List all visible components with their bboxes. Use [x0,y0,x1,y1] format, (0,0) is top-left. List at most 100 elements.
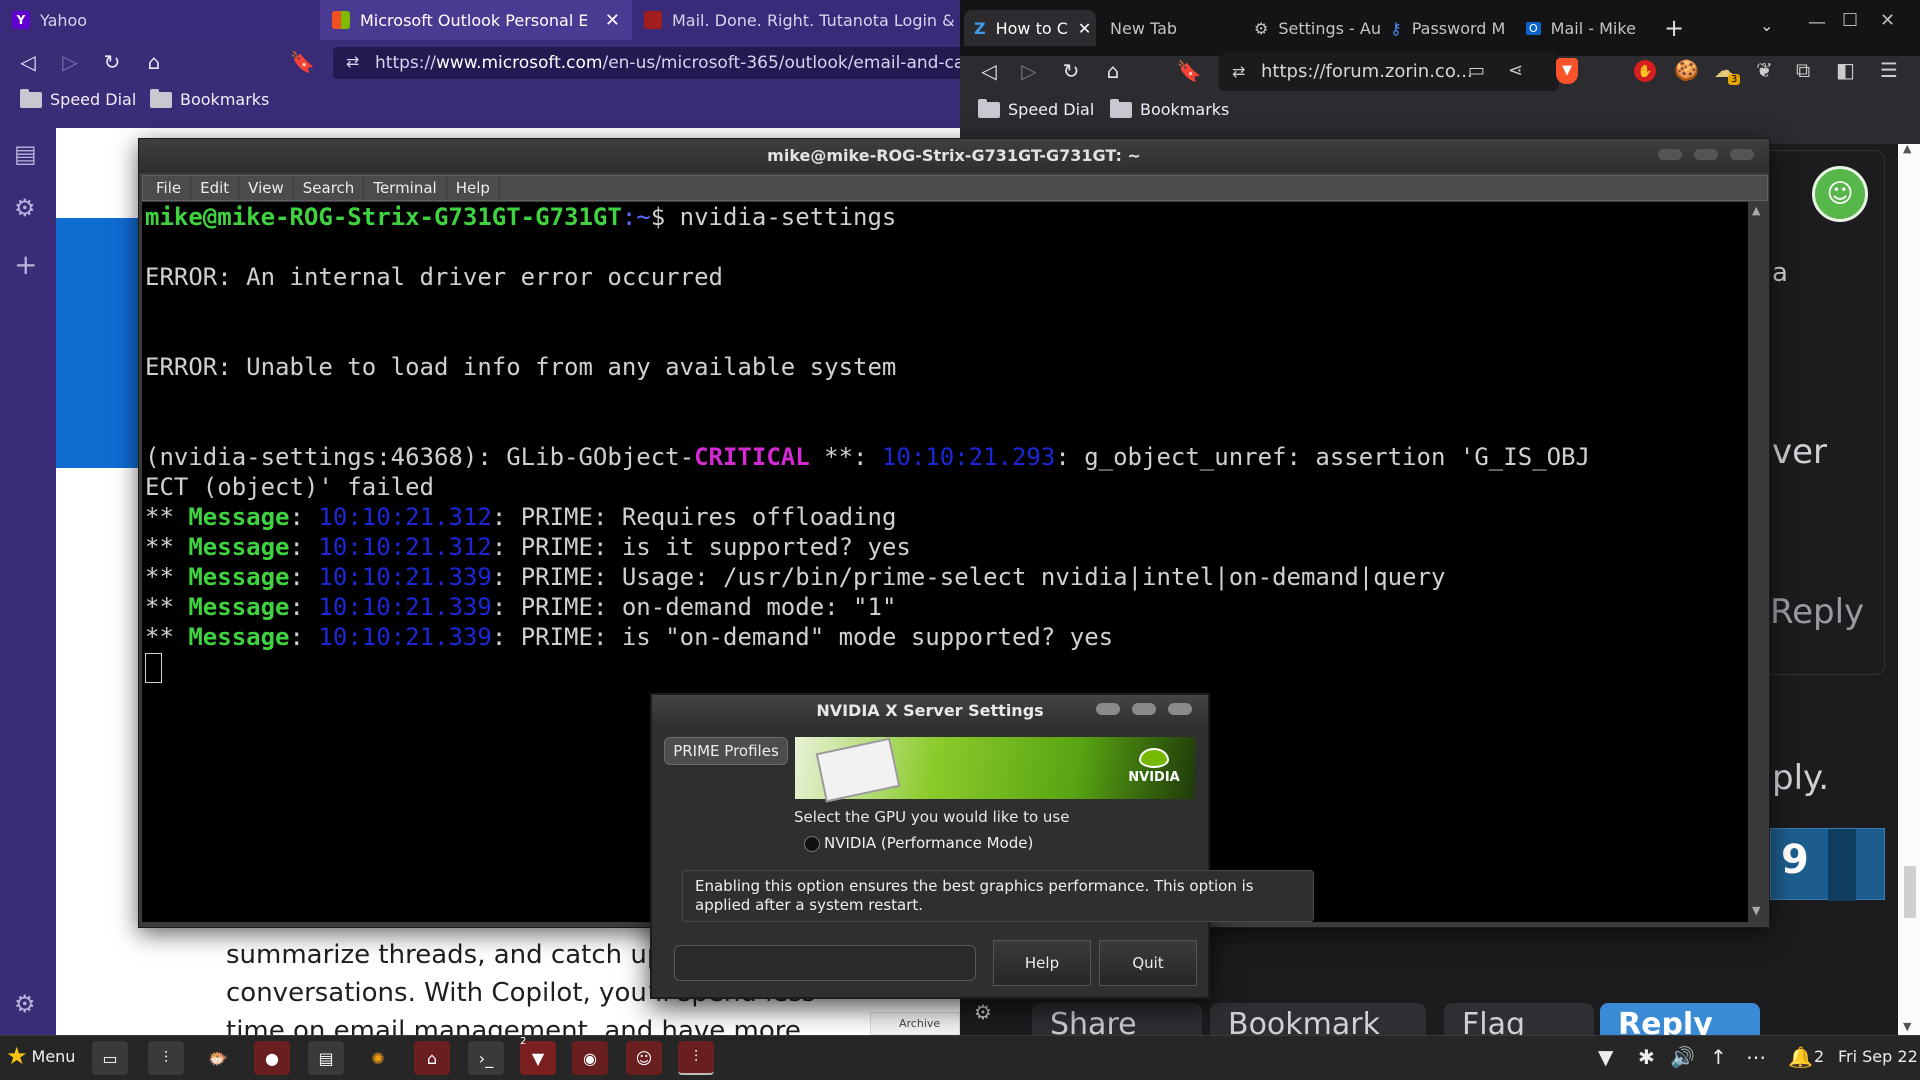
maximize-button[interactable] [1132,703,1156,715]
nvidia-radio[interactable] [804,836,820,852]
avatar[interactable]: ☺ [1812,166,1868,222]
share-icon[interactable]: ⋖ [1508,60,1523,81]
taskbar-app-steam[interactable]: ◉ [572,1041,608,1075]
reload-icon[interactable]: ↻ [100,50,124,74]
add-panel-icon[interactable]: + [14,248,37,281]
scroll-up-icon[interactable]: ▲ [1752,204,1760,217]
bookmark-bookmarks[interactable]: Bookmarks [150,88,269,109]
tab-zorin-forum[interactable]: Z How to C ✕ [964,10,1096,46]
sidebar-item-prime-profiles[interactable]: PRIME Profiles [664,737,788,765]
taskbar-app-nvidia-settings[interactable]: ⫶ [678,1041,714,1075]
close-icon[interactable]: ✕ [1078,19,1091,38]
site-info-icon[interactable]: ⇄ [1232,62,1245,81]
close-button[interactable] [1168,703,1192,715]
close-window-icon[interactable]: ✕ [1880,10,1895,31]
cookie-icon[interactable]: 🍪 [1674,58,1699,82]
bookmark-speed-dial[interactable]: Speed Dial [20,88,137,109]
taskbar-app-record[interactable]: ● [254,1041,290,1075]
minimize-icon[interactable]: — [1808,12,1826,33]
menu-edit[interactable]: Edit [191,176,240,200]
hamburger-menu-icon[interactable]: ☰ [1880,58,1898,82]
cast-icon[interactable]: ▭ [1468,60,1485,81]
clock[interactable]: Fri Sep 22 [1838,1047,1918,1066]
overflow-icon[interactable]: ⋯ [1746,1045,1766,1069]
tab-settings[interactable]: ⚙ Settings - Au [1244,10,1384,46]
menu-file[interactable]: File [147,176,192,200]
home-icon[interactable]: ⌂ [142,50,166,74]
tab-new-tab[interactable]: New Tab [1100,10,1230,46]
gear-icon[interactable]: ⚙ [974,1000,992,1024]
bookmark-icon[interactable]: 🔖 [1176,59,1202,83]
close-button[interactable] [1730,149,1754,160]
taskbar-app-display[interactable]: ▭ [92,1041,128,1075]
site-info-icon[interactable]: ⇄ [346,52,359,71]
folder-icon [978,98,1000,118]
address-bar[interactable]: https://www.microsoft.com/en-us/microsof… [333,47,963,79]
puzzle-icon[interactable]: ⧉ [1796,58,1810,82]
menu-terminal[interactable]: Terminal [364,176,447,200]
tab-outlook-mail[interactable]: O Mail - Mike [1516,10,1656,46]
desktop: Y Yahoo Microsoft Outlook Personal Email… [0,0,1920,1080]
upload-icon[interactable]: ↑ [1710,1045,1727,1069]
minimize-button[interactable] [1096,703,1120,715]
archive-button[interactable]: Archive [870,1012,960,1035]
bookmark-bookmarks[interactable]: Bookmarks [1110,98,1229,119]
nvidia-option-label[interactable]: NVIDIA (Performance Mode) [824,834,1033,852]
taskbar-app-home[interactable]: ⌂ [414,1041,450,1075]
settings-icon[interactable]: ⚙ [14,990,36,1018]
menu-search[interactable]: Search [294,176,365,200]
taskbar-app-editor[interactable]: ▤ [308,1041,344,1075]
taskbar-app-terminal[interactable]: ›_ [468,1041,504,1075]
menu-view[interactable]: View [239,176,294,200]
forward-icon[interactable]: ▷ [58,50,82,74]
taskbar-app-fish[interactable]: 🐡 [200,1041,236,1075]
bookmark-label: Speed Dial [50,90,137,109]
gear-icon: ⚙ [1254,18,1269,38]
adblock-icon[interactable]: ✋ [1634,60,1656,82]
tab-password-manager[interactable]: ⚷ Password M [1380,10,1520,46]
taskbar-app-user[interactable]: ☺ [626,1041,662,1075]
start-menu-button[interactable]: ★ Menu [6,1042,75,1070]
back-icon[interactable]: ◁ [976,59,1002,83]
message-label: Message [188,503,290,531]
scroll-down-icon[interactable]: ▼ [1903,1020,1911,1033]
quit-button[interactable]: Quit [1099,940,1197,986]
bookmark-speed-dial[interactable]: Speed Dial [978,98,1095,119]
terminal-scrollbar[interactable] [1748,202,1768,922]
leaf-icon[interactable]: ❦ [1756,58,1773,82]
scroll-up-icon[interactable]: ▲ [1903,142,1911,155]
page-text-line: summarize threads, and catch up on [226,940,705,970]
tab-yahoo[interactable]: Y Yahoo [0,0,320,40]
home-icon[interactable]: ⌂ [1100,59,1126,83]
maximize-button[interactable] [1694,149,1718,160]
maximize-icon[interactable]: ☐ [1842,10,1858,31]
back-icon[interactable]: ◁ [16,50,40,74]
post-text-fragment: ply. [1772,758,1830,798]
help-button[interactable]: Help [993,940,1091,986]
bluetooth-icon[interactable]: ✱ [1638,1045,1655,1069]
forward-icon[interactable]: ▷ [1016,59,1042,83]
gear-icon[interactable]: ⚙ [14,194,36,222]
scrollbar-thumb[interactable] [1904,866,1916,918]
reload-icon[interactable]: ↻ [1058,59,1084,83]
wifi-icon[interactable]: ▼ [1598,1045,1613,1069]
chevron-down-icon[interactable]: ⌄ [1760,16,1773,35]
bookmark-label: Speed Dial [1008,100,1095,119]
taskbar-app-sun[interactable]: ✺ [360,1041,396,1075]
tab-tutanota[interactable]: Mail. Done. Right. Tutanota Login & S [632,0,954,40]
new-tab-icon[interactable]: + [1664,14,1684,42]
tab-outlook[interactable]: Microsoft Outlook Personal Email ✕ [320,0,632,40]
taskbar-app-mixer[interactable]: ⫶ [148,1041,184,1075]
notification-icon[interactable]: 🔔 [1788,1045,1813,1069]
close-icon[interactable]: ✕ [605,10,620,31]
minimize-button[interactable] [1658,149,1682,160]
bookmark-icon[interactable]: 🔖 [290,50,315,74]
brave-shield-icon[interactable]: ▼ [1556,58,1578,84]
scroll-down-icon[interactable]: ▼ [1752,904,1760,917]
volume-icon[interactable]: 🔊 [1670,1045,1695,1069]
reading-list-icon[interactable]: ▤ [14,140,37,168]
sidebar-toggle-icon[interactable]: ◧ [1836,58,1855,82]
menu-help[interactable]: Help [447,176,500,200]
message-label: Message [188,533,290,561]
reply-link[interactable]: Reply [1770,592,1864,632]
